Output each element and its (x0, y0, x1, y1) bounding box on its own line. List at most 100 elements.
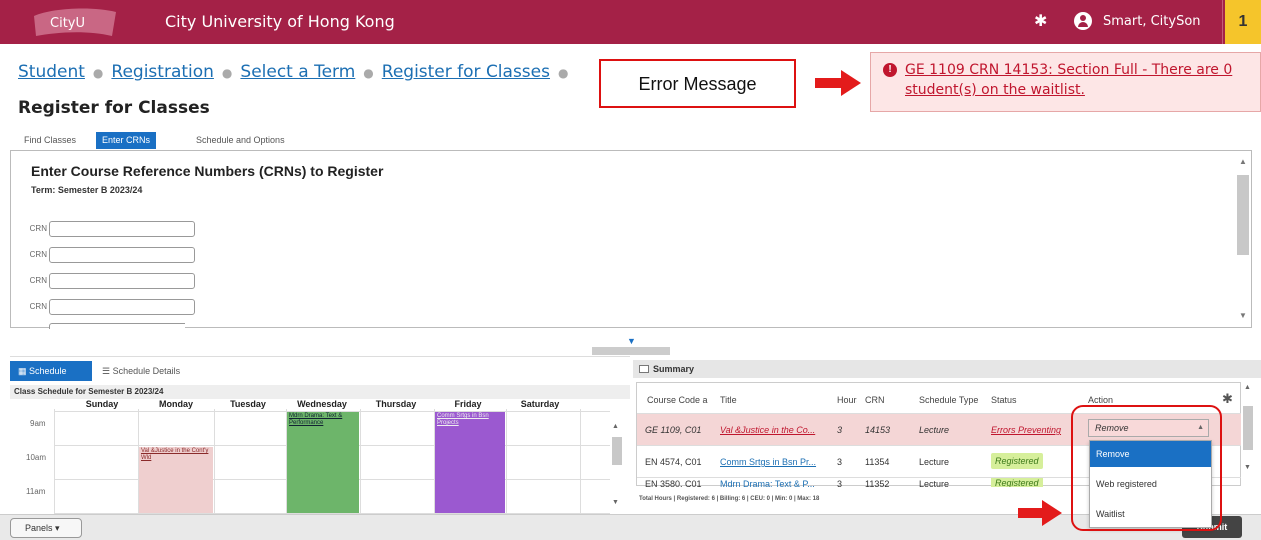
breadcrumb-separator: ● (557, 66, 569, 80)
error-text[interactable]: GE 1109 CRN 14153: Section Full - There … (905, 60, 1255, 100)
grid-line (580, 409, 581, 515)
cell-code: EN 3580, C01 (645, 479, 702, 487)
time-label: 10am (26, 453, 47, 462)
dropdown-highlight-ring (1071, 405, 1222, 531)
scrollbar-thumb[interactable] (612, 437, 622, 465)
col-header-status[interactable]: Status (991, 395, 1017, 405)
crn-input[interactable] (49, 221, 195, 237)
day-header: Tuesday (230, 399, 266, 409)
crn-row: CRN (25, 221, 195, 237)
tab-find-classes[interactable]: Find Classes (18, 132, 82, 149)
scroll-up-icon[interactable]: ▲ (1244, 384, 1251, 391)
grid-line (360, 409, 361, 515)
scroll-up-icon[interactable]: ▲ (1239, 157, 1247, 166)
breadcrumb-separator: ● (221, 66, 233, 80)
cityu-logo[interactable]: CityU (32, 6, 118, 38)
cell-title[interactable]: Mdrn Drama: Text & P... (720, 479, 832, 487)
breadcrumb: Student ● Registration ● Select a Term ● Regis… (18, 62, 576, 82)
callout-label: Error Message (638, 74, 757, 94)
tab-schedule-details-label: Schedule Details (112, 366, 181, 376)
day-header: Friday (454, 399, 482, 409)
class-block-friday[interactable]: Comm Srtgs in Bsn Projects (435, 412, 505, 513)
breadcrumb-registration[interactable]: Registration (111, 62, 214, 82)
day-header: Thursday (375, 399, 417, 409)
crn-row: CRN (25, 299, 195, 315)
class-block-monday[interactable]: Val &Justice in the Cont'y Wld (139, 447, 213, 513)
header-divider (1222, 0, 1223, 44)
summary-title: Summary (653, 364, 695, 374)
panel-resize-handle[interactable] (592, 347, 670, 355)
user-icon[interactable] (1074, 12, 1092, 30)
table-settings-gear-icon[interactable]: ✱ (1222, 391, 1233, 407)
scrollbar-thumb[interactable] (1237, 175, 1249, 255)
col-header-code[interactable]: Course Code a (647, 395, 708, 405)
summary-scrollbar[interactable]: ▲ ▼ (1241, 382, 1255, 486)
crn-row: CRN (25, 273, 195, 289)
time-label: 11am (26, 487, 46, 496)
error-notification[interactable]: ! GE 1109 CRN 14153: Section Full - Ther… (870, 52, 1261, 112)
cell-hours: 3 (837, 425, 843, 435)
breadcrumb-separator: ● (92, 66, 104, 80)
cell-title[interactable]: Comm Srtgs in Bsn Pr... (720, 457, 832, 467)
crn-input[interactable] (49, 247, 195, 263)
breadcrumb-register-classes[interactable]: Register for Classes (382, 62, 550, 82)
scroll-down-icon[interactable]: ▼ (1239, 311, 1247, 320)
col-header-action[interactable]: Action (1088, 395, 1113, 405)
breadcrumb-student[interactable]: Student (18, 62, 85, 82)
schedule-scrollbar[interactable]: ▲ ▼ (610, 411, 624, 515)
schedule-panel: ▦ Schedule ☰ Schedule Details Class Sche… (10, 356, 630, 515)
day-header: Wednesday (297, 399, 347, 409)
day-header: Monday (158, 399, 193, 409)
crn-input[interactable] (49, 299, 195, 315)
cell-status[interactable]: Errors Preventing (991, 425, 1079, 435)
cell-type: Lecture (919, 457, 950, 467)
chevron-down-icon: ▾ (55, 523, 60, 533)
time-label: 9am (30, 419, 46, 428)
col-header-hours[interactable]: Hours (837, 395, 857, 405)
cell-type: Lecture (919, 479, 950, 487)
tab-schedule[interactable]: ▦ Schedule (10, 361, 92, 381)
user-name[interactable]: Smart, CitySon (1103, 14, 1201, 29)
scrollbar-thumb[interactable] (1243, 406, 1253, 450)
status-badge: Registered (991, 478, 1043, 487)
scroll-down-icon[interactable]: ▼ (1244, 464, 1251, 471)
scroll-up-icon[interactable]: ▲ (612, 423, 619, 430)
tab-enter-crns[interactable]: Enter CRNs (96, 132, 157, 149)
cell-type: Lecture (919, 425, 950, 435)
day-header: Sunday (85, 399, 119, 409)
crn-label: CRN (29, 276, 47, 285)
callout-arrow-icon (815, 70, 861, 96)
list-icon: ☰ (102, 366, 113, 376)
tab-schedule-options[interactable]: Schedule and Options (190, 132, 291, 149)
settings-gear-icon[interactable]: ✱ (1034, 11, 1047, 31)
class-block-wednesday[interactable]: Mdrn Drama: Text & Performance (287, 412, 359, 513)
cell-title[interactable]: Val &Justice in the Co... (720, 425, 832, 435)
col-header-crn[interactable]: CRN (865, 395, 885, 405)
error-message-callout: Error Message (599, 59, 796, 108)
crn-scrollbar[interactable]: ▲ ▼ (1237, 157, 1249, 323)
col-header-title[interactable]: Title (720, 395, 737, 405)
schedule-caption: Class Schedule for Semester B 2023/24 (10, 385, 630, 399)
collapse-arrow-icon[interactable]: ▼ (627, 336, 636, 346)
crn-entry-panel: Enter Course Reference Numbers (CRNs) to… (10, 150, 1252, 329)
crn-row: CRN (25, 247, 195, 263)
cell-crn: 11352 (865, 479, 890, 487)
tab-schedule-details[interactable]: ☰ Schedule Details (102, 361, 180, 381)
logo-text: CityU (50, 16, 85, 31)
panels-button-label: Panels (25, 523, 53, 533)
cell-hours: 3 (837, 479, 843, 487)
crn-panel-title: Enter Course Reference Numbers (CRNs) to… (31, 163, 384, 179)
error-icon: ! (883, 63, 897, 77)
breadcrumb-select-term[interactable]: Select a Term (240, 62, 355, 82)
crn-input[interactable] (49, 323, 185, 329)
notification-badge[interactable]: 1 (1225, 0, 1261, 44)
crn-input[interactable] (49, 273, 195, 289)
panels-button[interactable]: Panels ▾ (10, 518, 82, 538)
crn-row (25, 323, 185, 329)
col-header-schedule-type[interactable]: Schedule Type (919, 395, 978, 405)
crn-label: CRN (29, 302, 47, 311)
scroll-down-icon[interactable]: ▼ (612, 499, 619, 506)
summary-footer: Total Hours | Registered: 6 | Billing: 6… (639, 496, 820, 502)
status-badge: Registered (991, 453, 1043, 469)
page-title: Register for Classes (18, 98, 210, 118)
